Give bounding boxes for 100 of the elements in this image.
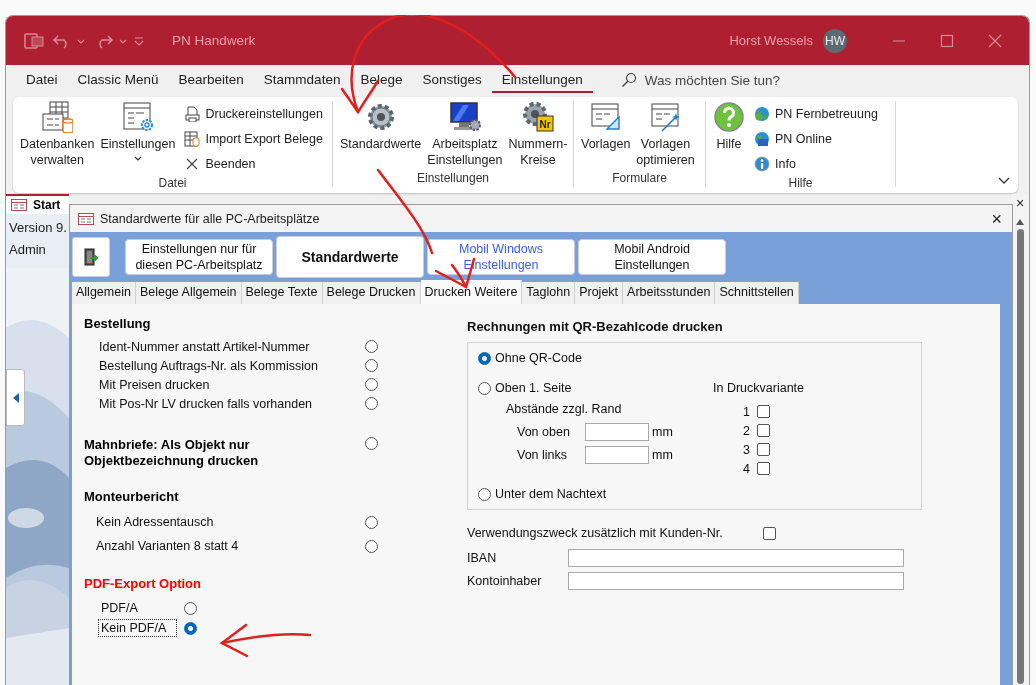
input-field[interactable] [585, 445, 649, 464]
radio-button[interactable] [478, 487, 491, 501]
radio-button[interactable] [478, 351, 491, 365]
app-logo-icon [24, 31, 44, 50]
menu-tab[interactable]: Bearbeiten [168, 67, 254, 93]
radio-button[interactable] [365, 340, 378, 353]
option-label: Ident-Nummer anstatt Artikel-Nummer [99, 339, 311, 354]
menu-tab[interactable]: Einstellungen [491, 67, 593, 93]
globe-icon [754, 105, 770, 122]
radio-button[interactable] [478, 381, 491, 395]
tab[interactable]: Belege Allgemein [135, 282, 242, 304]
input-field[interactable] [568, 548, 904, 567]
close-button[interactable]: × [991, 209, 1002, 228]
exit-door-icon [84, 248, 98, 266]
info-text: Version 9. [9, 220, 66, 237]
option-label: PDF/A [100, 600, 139, 617]
option-label: Oben 1. Seite [495, 381, 572, 395]
user-avatar[interactable]: HW [823, 28, 847, 53]
ribbon-button[interactable]: Standardwerte [337, 101, 425, 171]
mode-button[interactable]: Einstellungen nur für diesen PC-Arbeitsplatz [125, 239, 273, 275]
option-label: Kein Adressentausch [96, 515, 215, 529]
input-field[interactable] [568, 571, 904, 590]
checkbox[interactable] [763, 526, 776, 540]
field-label: In Druckvariante [713, 381, 804, 395]
radio-button[interactable] [184, 621, 197, 635]
tab[interactable]: Arbeitsstunden [623, 282, 716, 304]
ribbon-button[interactable]: Vorlagen [578, 101, 634, 171]
unit-label: mm [652, 424, 673, 439]
list-gear-icon [121, 101, 154, 133]
menu-tab[interactable]: Sonstiges [412, 67, 492, 93]
tab[interactable]: Belege Drucken [322, 282, 421, 304]
tab[interactable]: Taglohn [522, 282, 576, 304]
info-text: Admin [9, 242, 47, 259]
field-label: Abstände zzgl. Rand [505, 402, 623, 418]
tab[interactable]: Belege Texte [241, 282, 323, 304]
search-field[interactable]: Was möchten Sie tun? [620, 72, 825, 88]
ribbon-button[interactable]: Nr Nummern- Kreise [505, 101, 571, 171]
radio-button[interactable] [365, 437, 378, 450]
tab[interactable]: Drucken Weitere [420, 280, 523, 304]
ribbon-button[interactable]: Datenbanken verwalten [17, 101, 98, 176]
ribbon-button[interactable]: Druckereinstellungen [184, 101, 323, 126]
form-icon [11, 199, 27, 211]
menu-tab[interactable]: Belege [350, 67, 413, 93]
scroll-thumb[interactable] [1016, 229, 1024, 684]
ribbon-button[interactable]: Beenden [184, 151, 323, 176]
input-field[interactable] [585, 422, 649, 441]
ribbon-button[interactable]: PN Fernbetreuung [754, 101, 878, 126]
section-heading: Monteurbericht [84, 489, 180, 505]
option-label: Verwendungszweck zusätzlich mit Kunden-Nr. [467, 526, 724, 540]
field-label: Kontoinhaber [467, 573, 543, 588]
checkbox[interactable] [756, 424, 770, 437]
info-icon [754, 155, 770, 172]
printer-page-icon [184, 105, 201, 122]
menu-tab[interactable]: Datei [16, 67, 68, 93]
maximize-icon[interactable] [940, 33, 954, 48]
collapse-icon[interactable] [998, 177, 1010, 185]
ribbon-button[interactable]: Hilfe [710, 101, 748, 176]
tab[interactable]: Schnittstellen [715, 282, 799, 304]
dialog-title: Standardwerte für alle PC-Arbeitsplätze [100, 211, 320, 226]
document-tab[interactable]: Start [6, 194, 69, 214]
variant-number: 4 [743, 461, 750, 476]
menu-tab[interactable]: Classic Menü [67, 67, 169, 93]
radio-button[interactable] [365, 359, 378, 372]
checkbox[interactable] [756, 405, 770, 418]
form-wand-icon [649, 101, 682, 133]
exit-button[interactable] [72, 237, 110, 277]
field-label: IBAN [467, 550, 498, 565]
menu-tab[interactable]: Stammdaten [253, 67, 351, 93]
user-name: Horst Wessels [729, 33, 813, 48]
database-table-icon [41, 101, 74, 133]
ribbon-button[interactable]: Info [754, 151, 878, 176]
section-heading: Bestellung [84, 316, 152, 332]
group-label: Formulare [611, 171, 668, 187]
radio-button[interactable] [365, 397, 378, 410]
mode-button[interactable]: Mobil Android Einstellungen [578, 239, 726, 275]
option-label: Mit Pos-Nr LV drucken falls vorhanden [99, 396, 314, 411]
ribbon-button[interactable]: Import Export Belege [184, 126, 323, 151]
option-label: Bestellung Auftrags-Nr. als Kommission [99, 358, 319, 373]
radio-button[interactable] [184, 601, 197, 615]
tab[interactable]: Projekt [575, 282, 624, 304]
search-icon [620, 72, 637, 88]
radio-button[interactable] [365, 515, 378, 529]
ribbon-button[interactable]: Vorlagen optimieren [633, 101, 698, 171]
variant-number: 3 [743, 442, 750, 457]
group-label: Hilfe [787, 176, 814, 190]
collapse-button[interactable] [6, 369, 25, 426]
scroll-up-icon [1016, 219, 1024, 225]
close-button[interactable]: × [1015, 195, 1025, 211]
radio-button[interactable] [365, 539, 378, 553]
close-icon[interactable] [988, 33, 1002, 48]
checkbox[interactable] [756, 443, 770, 456]
option-label: Kein PDF/A [98, 619, 177, 637]
mode-button[interactable]: Standardwerte [276, 236, 424, 278]
radio-button[interactable] [365, 378, 378, 391]
ribbon-button[interactable]: Arbeitsplatz Einstellungen [424, 101, 506, 171]
field-label: Von links [517, 447, 569, 462]
tab[interactable]: Allgemein [72, 282, 136, 304]
ribbon-button[interactable]: PN Online [754, 126, 878, 151]
checkbox[interactable] [756, 462, 770, 475]
ribbon-button[interactable]: Einstellungen [97, 101, 179, 176]
